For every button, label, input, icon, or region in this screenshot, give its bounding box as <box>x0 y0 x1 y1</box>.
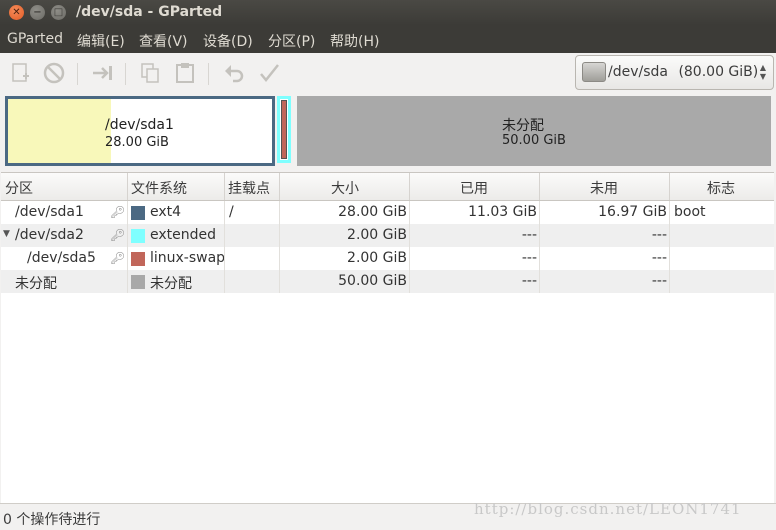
key-icon: 🔑︎ <box>110 228 126 242</box>
menu-partition[interactable]: 分区(P) <box>268 31 315 51</box>
size-cell: 2.00 GiB <box>347 227 407 243</box>
partition-block-size: 50.00 GiB <box>502 133 566 148</box>
column-header-mountpoint[interactable]: 挂载点 <box>228 178 270 198</box>
partition-cell: /dev/sda1 <box>15 204 84 220</box>
menu-view[interactable]: 查看(V) <box>139 31 188 51</box>
device-size: (80.00 GiB) <box>678 64 759 80</box>
mountpoint-cell: / <box>229 204 234 220</box>
table-row[interactable]: ▼ /dev/sda2 🔑︎ extended 2.00 GiB --- --- <box>1 224 774 247</box>
size-cell: 28.00 GiB <box>338 204 407 220</box>
partition-table: 分区 文件系统 挂载点 大小 已用 未用 标志 /dev/sda1 🔑︎ ext… <box>1 172 774 503</box>
minimize-icon[interactable]: − <box>30 5 45 20</box>
used-cell: --- <box>521 227 537 243</box>
used-cell: --- <box>521 273 537 289</box>
copy-icon[interactable] <box>138 61 162 85</box>
column-header-filesystem[interactable]: 文件系统 <box>131 178 187 198</box>
delete-icon[interactable] <box>42 61 66 85</box>
partition-block-size: 28.00 GiB <box>105 135 169 150</box>
undo-icon[interactable] <box>222 61 246 85</box>
filesystem-color-swatch <box>131 229 145 243</box>
filesystem-color-swatch <box>131 206 145 220</box>
hard-disk-icon <box>582 62 606 82</box>
window-title: /dev/sda - GParted <box>76 4 223 20</box>
menu-edit[interactable]: 编辑(E) <box>77 31 125 51</box>
partition-block-unallocated[interactable]: 未分配 50.00 GiB <box>297 96 771 166</box>
flags-cell: boot <box>674 204 706 220</box>
column-header-unused[interactable]: 未用 <box>590 178 618 198</box>
table-row[interactable]: 未分配 未分配 50.00 GiB --- --- <box>1 270 774 293</box>
filesystem-cell: ext4 <box>150 204 182 220</box>
paste-icon[interactable] <box>173 61 197 85</box>
partition-block-name: /dev/sda1 <box>105 117 174 133</box>
column-header-flags[interactable]: 标志 <box>707 178 735 198</box>
used-space-fill <box>8 99 111 163</box>
chevron-updown-icon: ▲ ▼ <box>759 63 766 81</box>
device-selector[interactable]: /dev/sda (80.00 GiB) ▲ ▼ <box>575 55 774 90</box>
unused-cell: --- <box>651 250 667 266</box>
menu-help[interactable]: 帮助(H) <box>330 31 379 51</box>
key-icon: 🔑︎ <box>110 251 126 265</box>
filesystem-color-swatch <box>131 275 145 289</box>
column-header-size[interactable]: 大小 <box>331 178 359 198</box>
table-header: 分区 文件系统 挂载点 大小 已用 未用 标志 <box>1 173 774 201</box>
new-partition-icon[interactable] <box>8 61 32 85</box>
close-icon[interactable]: ✕ <box>9 5 24 20</box>
filesystem-color-swatch <box>131 252 145 266</box>
watermark: http://blog.csdn.net/LEON1741 <box>474 500 742 518</box>
expander-arrow-icon[interactable]: ▼ <box>3 229 10 239</box>
title-bar: ✕ − □ /dev/sda - GParted <box>0 0 776 25</box>
used-cell: 11.03 GiB <box>468 204 537 220</box>
menu-bar: GParted 编辑(E) 查看(V) 设备(D) 分区(P) 帮助(H) <box>0 25 776 53</box>
partition-block-sda1[interactable]: /dev/sda1 28.00 GiB <box>5 96 275 166</box>
partition-cell: 未分配 <box>15 276 57 292</box>
menu-gparted[interactable]: GParted <box>7 31 63 47</box>
unused-cell: --- <box>651 273 667 289</box>
table-row[interactable]: /dev/sda1 🔑︎ ext4 / 28.00 GiB 11.03 GiB … <box>1 201 774 224</box>
maximize-icon[interactable]: □ <box>51 5 66 20</box>
key-icon: 🔑︎ <box>110 205 126 219</box>
partition-block-name: 未分配 <box>502 118 544 134</box>
partition-block-sda5[interactable] <box>281 100 287 159</box>
used-cell: --- <box>521 250 537 266</box>
size-cell: 2.00 GiB <box>347 250 407 266</box>
apply-icon[interactable] <box>257 61 281 85</box>
table-row[interactable]: /dev/sda5 🔑︎ linux-swap 2.00 GiB --- --- <box>1 247 774 270</box>
unused-cell: 16.97 GiB <box>598 204 667 220</box>
device-name: /dev/sda <box>608 64 668 80</box>
unused-cell: --- <box>651 227 667 243</box>
size-cell: 50.00 GiB <box>338 273 407 289</box>
column-header-partition[interactable]: 分区 <box>5 178 33 198</box>
menu-device[interactable]: 设备(D) <box>203 31 253 51</box>
column-header-used[interactable]: 已用 <box>460 178 488 198</box>
pending-operations-status: 0 个操作待进行 <box>3 512 101 528</box>
disk-map: /dev/sda1 28.00 GiB 未分配 50.00 GiB <box>5 96 771 166</box>
filesystem-cell: 未分配 <box>150 276 192 292</box>
filesystem-cell: extended <box>150 227 217 243</box>
filesystem-cell: linux-swap <box>150 250 226 266</box>
resize-move-icon[interactable] <box>90 61 114 85</box>
partition-cell: /dev/sda5 <box>27 250 96 266</box>
partition-cell: /dev/sda2 <box>15 227 84 243</box>
